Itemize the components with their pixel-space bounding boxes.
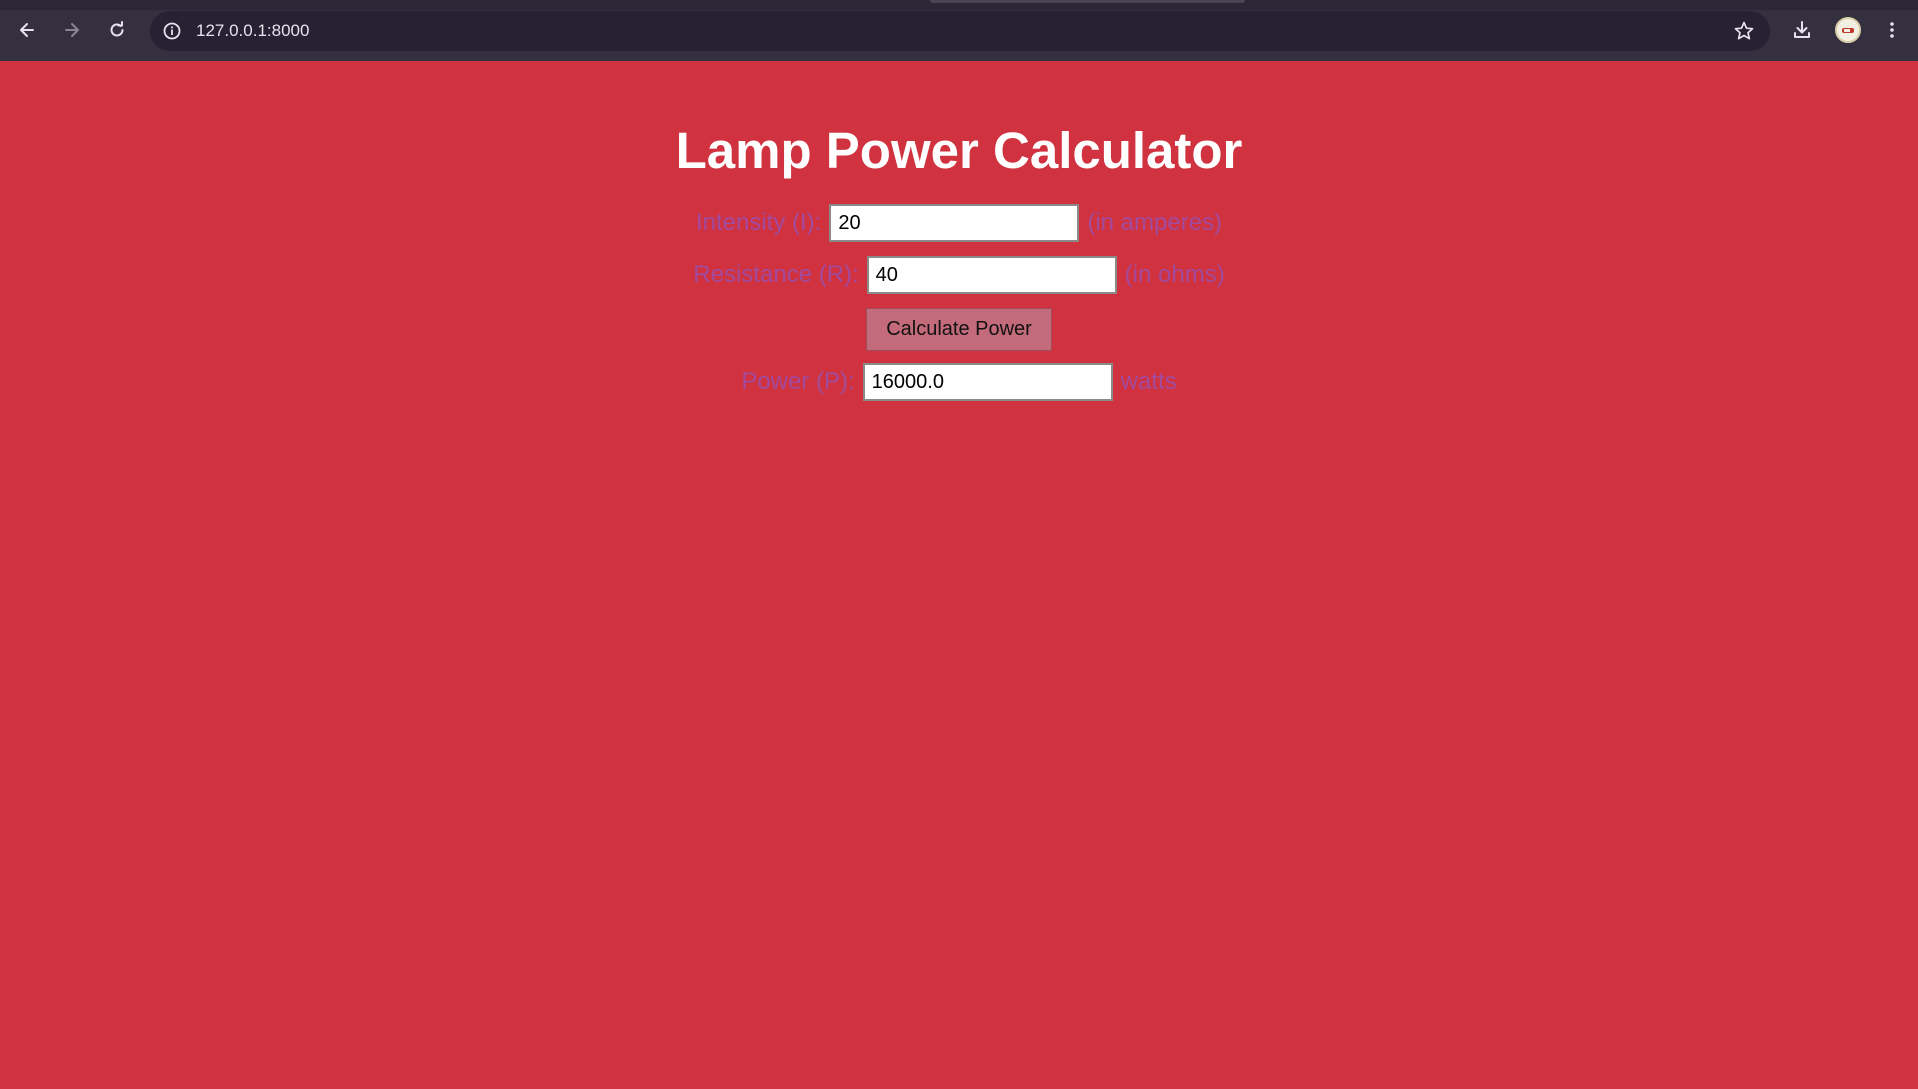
- button-row: Calculate Power: [0, 308, 1918, 351]
- site-info-button[interactable]: [158, 17, 186, 45]
- back-button[interactable]: [11, 14, 43, 46]
- power-output[interactable]: [862, 363, 1113, 401]
- page-title: Lamp Power Calculator: [675, 122, 1243, 179]
- site-info-icon: [163, 22, 181, 40]
- profile-avatar: [1835, 17, 1861, 43]
- intensity-unit: (in amperes): [1087, 209, 1223, 236]
- reload-button[interactable]: [101, 14, 133, 46]
- forward-button[interactable]: [56, 14, 88, 46]
- power-row: Power (P): watts: [0, 363, 1918, 401]
- reload-icon: [110, 21, 124, 37]
- power-label: Power (P):: [741, 368, 855, 395]
- back-arrow-icon: [20, 23, 34, 37]
- url-text[interactable]: 127.0.0.1:8000: [196, 11, 309, 51]
- bookmark-button[interactable]: [1728, 15, 1760, 47]
- power-unit: watts: [1120, 368, 1177, 395]
- resistance-input[interactable]: [866, 256, 1117, 294]
- intensity-row: Intensity (I): (in amperes): [0, 204, 1918, 242]
- active-tab-edge: [930, 0, 1245, 3]
- resistance-label: Resistance (R):: [693, 261, 859, 288]
- more-menu-button[interactable]: [1876, 14, 1908, 46]
- intensity-input[interactable]: [829, 204, 1080, 242]
- page-body: Lamp Power Calculator Intensity (I): (in…: [0, 61, 1918, 1089]
- bookmark-star-icon: [1734, 21, 1754, 40]
- more-menu-icon: [1890, 22, 1894, 38]
- browser-toolbar: 127.0.0.1:8000: [0, 0, 1918, 61]
- forward-arrow-icon: [65, 23, 79, 37]
- calculate-power-button[interactable]: Calculate Power: [866, 308, 1052, 351]
- profile-button[interactable]: [1832, 14, 1864, 46]
- resistance-unit: (in ohms): [1124, 261, 1225, 288]
- resistance-row: Resistance (R): (in ohms): [0, 256, 1918, 294]
- downloads-button[interactable]: [1786, 14, 1818, 46]
- intensity-label: Intensity (I):: [695, 209, 822, 236]
- download-icon: [1794, 21, 1810, 38]
- address-bar[interactable]: 127.0.0.1:8000: [150, 11, 1770, 51]
